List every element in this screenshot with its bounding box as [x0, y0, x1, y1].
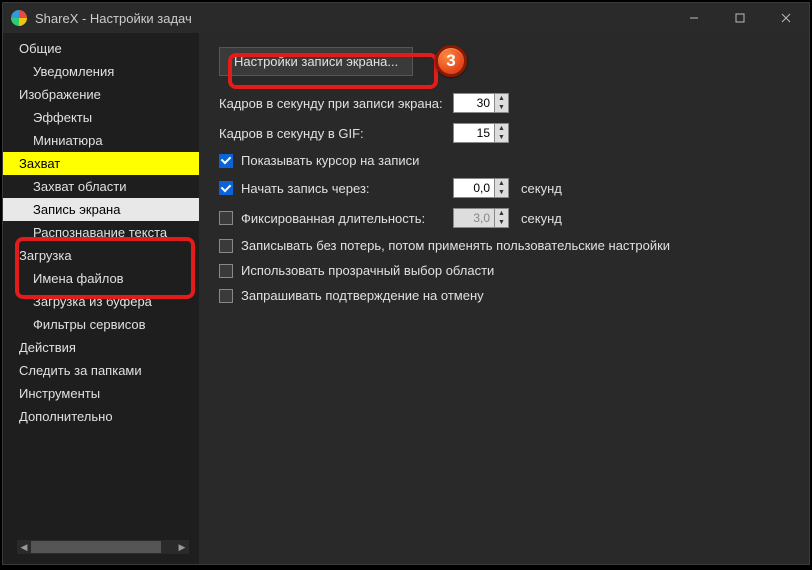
- spinner-up-icon[interactable]: ▲: [495, 94, 508, 103]
- confirm-cancel-checkbox[interactable]: [219, 289, 233, 303]
- spinner-down-icon[interactable]: ▼: [495, 188, 508, 197]
- sidebar-item-effects[interactable]: Эффекты: [3, 106, 199, 129]
- sidebar-item-ocr[interactable]: Распознавание текста: [3, 221, 199, 244]
- fps-gif-input[interactable]: [454, 124, 494, 142]
- maximize-button[interactable]: [717, 3, 763, 33]
- sidebar-scrollbar[interactable]: ◀ ▶: [17, 540, 189, 554]
- show-cursor-checkbox[interactable]: [219, 154, 233, 168]
- fps-screen-spinner[interactable]: ▲▼: [453, 93, 509, 113]
- sidebar-item-tools[interactable]: Инструменты: [3, 382, 199, 405]
- sidebar-item-capture[interactable]: Захват: [3, 152, 199, 175]
- sidebar-item-filenames[interactable]: Имена файлов: [3, 267, 199, 290]
- fixed-duration-spinner: ▲▼: [453, 208, 509, 228]
- seconds-unit: секунд: [521, 181, 562, 196]
- sidebar-item-advanced[interactable]: Дополнительно: [3, 405, 199, 428]
- close-button[interactable]: [763, 3, 809, 33]
- minimize-button[interactable]: [671, 3, 717, 33]
- spinner-up-icon: ▲: [495, 209, 508, 218]
- sidebar-item-clipboard-upload[interactable]: Загрузка из буфера: [3, 290, 199, 313]
- sidebar-item-watch-folders[interactable]: Следить за папками: [3, 359, 199, 382]
- spinner-down-icon: ▼: [495, 218, 508, 227]
- fps-gif-spinner[interactable]: ▲▼: [453, 123, 509, 143]
- window-title: ShareX - Настройки задач: [35, 11, 192, 26]
- content-pane: Настройки записи экрана... 3 Кадров в се…: [199, 33, 809, 564]
- scrollbar-thumb[interactable]: [31, 541, 161, 553]
- seconds-unit: секунд: [521, 211, 562, 226]
- sidebar-item-notifications[interactable]: Уведомления: [3, 60, 199, 83]
- fps-screen-input[interactable]: [454, 94, 494, 112]
- sidebar-item-image[interactable]: Изображение: [3, 83, 199, 106]
- sidebar-item-screen-recording[interactable]: Запись экрана: [3, 198, 199, 221]
- transparent-region-checkbox[interactable]: [219, 264, 233, 278]
- fps-gif-label: Кадров в секунду в GIF:: [219, 126, 445, 141]
- spinner-down-icon[interactable]: ▼: [495, 103, 508, 112]
- scroll-left-icon[interactable]: ◀: [17, 540, 31, 554]
- titlebar: ShareX - Настройки задач: [3, 3, 809, 33]
- sidebar-item-region-capture[interactable]: Захват области: [3, 175, 199, 198]
- spinner-up-icon[interactable]: ▲: [495, 124, 508, 133]
- fixed-duration-label: Фиксированная длительность:: [241, 211, 445, 226]
- app-logo-icon: [11, 10, 27, 26]
- start-delay-label: Начать запись через:: [241, 181, 445, 196]
- spinner-down-icon[interactable]: ▼: [495, 133, 508, 142]
- scroll-right-icon[interactable]: ▶: [175, 540, 189, 554]
- lossless-label: Записывать без потерь, потом применять п…: [241, 238, 670, 253]
- sidebar-item-uploader-filters[interactable]: Фильтры сервисов: [3, 313, 199, 336]
- fps-screen-label: Кадров в секунду при записи экрана:: [219, 96, 445, 111]
- sidebar-item-thumbnail[interactable]: Миниатюра: [3, 129, 199, 152]
- spinner-up-icon[interactable]: ▲: [495, 179, 508, 188]
- show-cursor-label: Показывать курсор на записи: [241, 153, 419, 168]
- sidebar-item-upload[interactable]: Загрузка: [3, 244, 199, 267]
- fixed-duration-input: [454, 209, 494, 227]
- transparent-region-label: Использовать прозрачный выбор области: [241, 263, 494, 278]
- lossless-checkbox[interactable]: [219, 239, 233, 253]
- confirm-cancel-label: Запрашивать подтверждение на отмену: [241, 288, 484, 303]
- start-delay-spinner[interactable]: ▲▼: [453, 178, 509, 198]
- sidebar: Общие Уведомления Изображение Эффекты Ми…: [3, 33, 199, 564]
- sidebar-item-actions[interactable]: Действия: [3, 336, 199, 359]
- annotation-badge-3: 3: [435, 45, 467, 77]
- sidebar-item-general[interactable]: Общие: [3, 37, 199, 60]
- screen-recording-options-button[interactable]: Настройки записи экрана...: [219, 47, 413, 76]
- start-delay-input[interactable]: [454, 179, 494, 197]
- start-delay-checkbox[interactable]: [219, 181, 233, 195]
- fixed-duration-checkbox[interactable]: [219, 211, 233, 225]
